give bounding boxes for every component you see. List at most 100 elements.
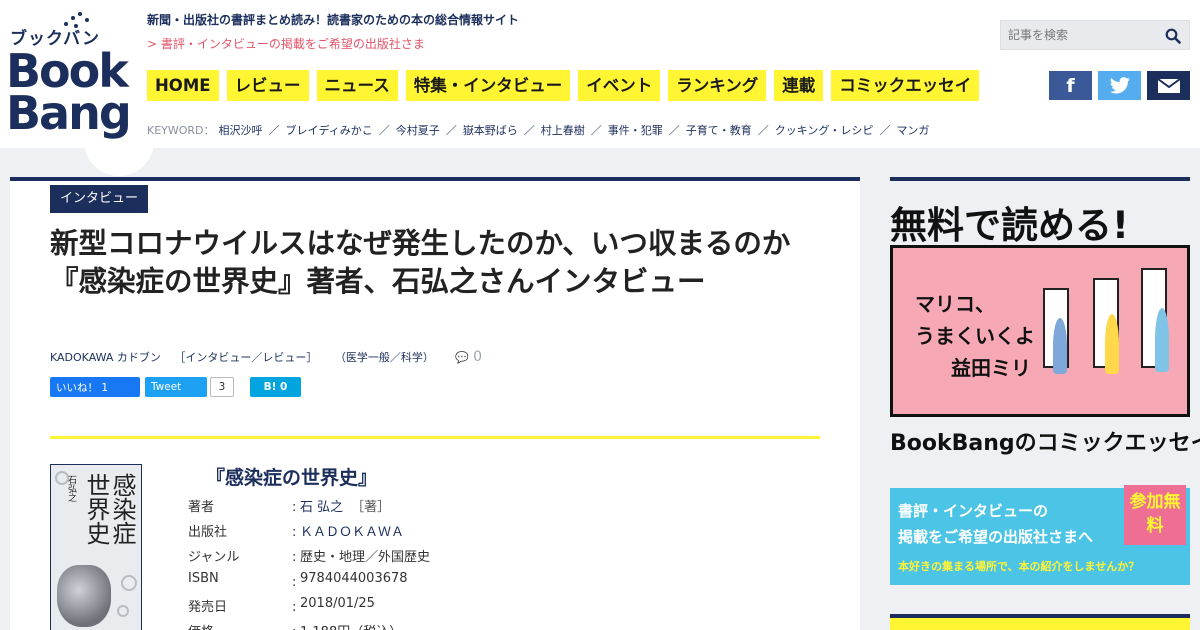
comment-icon[interactable]: 💬 0 [455,349,483,365]
comic-banner-panel: マリコ、 うまくいくよ 益田ミリ [890,245,1190,417]
book-title[interactable]: 『感染症の世界史』 [206,463,377,490]
info-row: ジャンル : 歴史・地理／外国歴史 [188,546,788,571]
keyword-link[interactable]: ブレイディみかこ [286,124,373,137]
info-value-author[interactable]: 石 弘之 ［著］ [300,496,390,515]
comic-banner-author: 益田ミリ [951,356,1031,380]
tweet-count: 3 [210,377,234,397]
info-colon: : [292,575,297,590]
site-header: ブックバン Book Bang 新聞・出版社の書評まとめ読み！読書家のための本の… [0,0,1200,176]
nav-review[interactable]: レビュー [226,70,309,101]
keyword-link[interactable]: 相沢沙呼 [219,124,263,137]
sidebar-rule [890,177,1190,181]
info-label: 出版社 [188,525,228,540]
nav-news[interactable]: ニュース [316,70,398,101]
keyword-list: KEYWORD： 相沢沙呼 ／ ブレイディみかこ ／ 今村夏子 ／ 嶽本野ばら ／ 村上春樹 ／ 事件… [147,122,929,138]
search-input[interactable] [1001,21,1161,49]
publisher-link[interactable]: ＫＡＤＯＫＡＷＡ [300,521,404,540]
facebook-like-button[interactable]: いいね！ 1 [50,377,140,397]
info-value-isbn: 9784044003678 [300,571,408,586]
subject-tags[interactable]: （医学一般／科学） [335,351,434,364]
info-colon: : [292,600,297,615]
info-row: 発売日 : 2018/01/25 [188,596,788,621]
info-label: ISBN [188,571,219,586]
source-link[interactable]: KADOKAWA カドブン [50,351,161,364]
cover-author: 石弘之 [66,475,76,502]
author-link[interactable]: 石 弘之 [300,500,343,515]
site-logo[interactable]: ブックバン Book Bang [4,6,154,176]
keyword-separator: ／ [590,124,602,137]
publisher-link[interactable]: > 書評・インタビューの掲載をご希望の出版社さま [147,35,425,52]
nav-home[interactable]: HOME [147,70,219,101]
tweet-button[interactable]: Tweet [145,377,207,397]
comment-count: 0 [473,349,483,365]
site-tagline: 新聞・出版社の書評まとめ読み！読書家のための本の総合情報サイト [147,13,520,27]
keyword-link[interactable]: 今村夏子 [396,124,440,137]
yellow-divider [50,436,820,439]
keyword-separator: ／ [268,124,280,137]
comic-banner-footer: BookBangのコミックエッセイ [890,431,1200,456]
cover-title-2: 世界史 [82,473,110,545]
cover-skull-image [57,565,111,627]
article-meta: KADOKAWA カドブン ［インタビュー／レビュー］ （医学一般／科学） 💬 0 [50,349,482,365]
figure-illustration [1105,314,1119,374]
info-label: ジャンル [188,550,240,565]
keyword-separator: ／ [668,124,680,137]
keyword-link[interactable]: 嶽本野ばら [463,124,518,137]
pub-banner-line3: 本好きの集まる場所で、本の紹介をしませんか？ [898,560,1140,573]
figure-illustration [1053,318,1067,374]
comic-essay-banner[interactable]: 無料で読める! マリコ、 うまくいくよ 益田ミリ BookBangのコミックエッ… [890,195,1200,460]
comic-banner-text: マリコ、 [915,292,995,316]
keyword-link[interactable]: 子育て・教育 [686,124,752,137]
genre-tags[interactable]: ［インタビュー／レビュー］ [174,351,317,364]
cover-cell-decoration [117,605,129,617]
main-nav: HOME レビュー ニュース 特集・インタビュー イベント ランキング 連載 コ… [147,70,980,101]
info-label: 発売日 [188,600,228,615]
article-main: インタビュー 新型コロナウイルスはなぜ発生したのか、いつ収まるのか『感染症の世界… [10,177,860,630]
keyword-link[interactable]: クッキング・レシピ [775,124,874,137]
cover-cell-decoration [121,575,137,591]
search-icon[interactable] [1165,28,1181,44]
nav-comic-essay[interactable]: コミックエッセイ [831,70,980,101]
keyword-separator: ／ [757,124,769,137]
twitter-icon[interactable] [1098,71,1141,100]
nav-event[interactable]: イベント [578,70,661,101]
info-row: 出版社 : ＫＡＤＯＫＡＷＡ [188,521,788,546]
pub-banner-line2: 掲載をご希望の出版社さまへ [898,528,1094,546]
info-colon: : [292,625,296,630]
logo-bang: Bang [6,86,132,140]
figure-illustration [1155,308,1169,372]
info-row: 著者 : 石 弘之 ［著］ [188,496,788,521]
facebook-icon[interactable]: f [1049,71,1092,100]
info-colon: : [292,500,297,515]
hatena-bookmark-button[interactable]: B! 0 [250,377,301,397]
comic-banner-headline: 無料で読める! [890,204,1129,247]
info-colon: : [292,550,297,565]
info-label: 価格 [188,621,214,630]
mail-icon[interactable] [1147,71,1190,100]
publisher-banner[interactable]: 書評・インタビューの 掲載をご希望の出版社さまへ 本好きの集まる場所で、本の紹介… [890,485,1190,585]
keyword-separator: ／ [523,124,535,137]
info-value-genre: 歴史・地理／外国歴史 [300,550,431,565]
keyword-link[interactable]: 事件・犯罪 [608,124,663,137]
nav-serial[interactable]: 連載 [774,70,824,101]
info-row: 価格 : 1,188円（税込） [188,621,788,630]
article-title: 新型コロナウイルスはなぜ発生したのか、いつ収まるのか『感染症の世界史』著者、石弘… [50,227,791,298]
keyword-separator: ／ [378,124,390,137]
nav-feature-interview[interactable]: 特集・インタビュー [405,70,571,101]
keyword-separator: ／ [879,124,891,137]
pub-banner-line1: 書評・インタビューの [898,502,1049,520]
book-cover[interactable]: 感染症 世界史 石弘之 [50,464,142,630]
info-row: ISBN : 9784044003678 [188,571,788,596]
info-colon: : [292,525,297,540]
nav-ranking[interactable]: ランキング [668,70,767,101]
keyword-separator: ／ [445,124,457,137]
sidebar-yellow-strip [890,618,1190,630]
info-label: 著者 [188,500,215,515]
author-role: ［著］ [351,500,391,515]
category-badge[interactable]: インタビュー [50,185,149,213]
cover-title-1: 感染症 [108,473,136,545]
book-info: 著者 : 石 弘之 ［著］ 出版社 : ＫＡＤＯＫＡＷＡ ジャンル : 歴史・地理… [188,496,788,630]
free-badge: 参加無料 [1124,485,1186,545]
keyword-link[interactable]: 村上春樹 [541,124,585,137]
keyword-link[interactable]: マンガ [896,124,929,137]
